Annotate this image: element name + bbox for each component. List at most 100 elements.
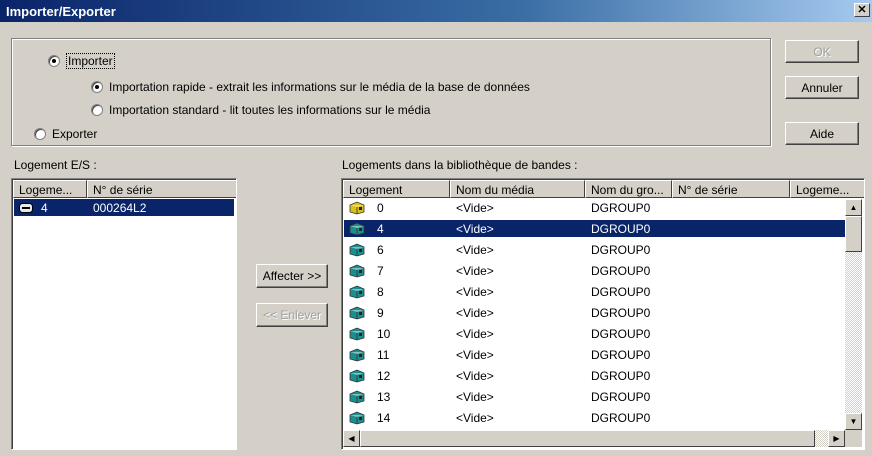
io-col-slot[interactable]: Logeme...	[13, 180, 87, 198]
library-group-name: DGROUP0	[591, 347, 651, 362]
library-slot-row[interactable]: 6 <Vide> DGROUP0	[344, 241, 845, 258]
library-slot-number: 8	[377, 284, 384, 299]
library-media-name: <Vide>	[456, 284, 494, 299]
lib-col-group[interactable]: Nom du gro...	[585, 180, 672, 198]
tape-teal-icon	[349, 390, 365, 403]
library-group-name: DGROUP0	[591, 305, 651, 320]
export-radio-indicator[interactable]	[34, 128, 46, 140]
import-radio-indicator[interactable]	[48, 55, 60, 67]
lib-col-serial[interactable]: N° de série	[672, 180, 790, 198]
library-slot-row[interactable]: 4 <Vide> DGROUP0	[344, 220, 845, 237]
standard-import-radio-label: Importation standard - lit toutes les in…	[109, 103, 431, 117]
tape-teal-icon	[349, 411, 365, 424]
standard-import-radio-indicator[interactable]	[91, 104, 103, 116]
quick-import-radio[interactable]: Importation rapide - extrait les informa…	[91, 80, 530, 94]
library-slot-row[interactable]: 9 <Vide> DGROUP0	[344, 304, 845, 321]
window-title: Importer/Exporter	[6, 4, 116, 19]
quick-import-radio-label: Importation rapide - extrait les informa…	[109, 80, 530, 94]
lib-col-slot2[interactable]: Logeme...	[790, 180, 864, 198]
standard-import-radio[interactable]: Importation standard - lit toutes les in…	[91, 103, 430, 117]
library-media-name: <Vide>	[456, 221, 494, 236]
tape-yellow-icon	[349, 201, 365, 214]
close-icon: ✕	[857, 4, 867, 16]
library-group-name: DGROUP0	[591, 389, 651, 404]
hscroll-thumb[interactable]	[360, 430, 815, 447]
tape-teal-icon	[349, 369, 365, 382]
io-col-serial[interactable]: N° de série	[87, 180, 236, 198]
library-slot-number: 12	[377, 368, 391, 383]
export-radio-label: Exporter	[52, 127, 98, 141]
library-group-name: DGROUP0	[591, 242, 651, 257]
library-media-name: <Vide>	[456, 263, 494, 278]
library-slot-number: 13	[377, 389, 391, 404]
library-slot-row[interactable]: 11 <Vide> DGROUP0	[344, 346, 845, 363]
library-group-name: DGROUP0	[591, 368, 651, 383]
library-media-name: <Vide>	[456, 326, 494, 341]
library-group-name: DGROUP0	[591, 263, 651, 278]
library-media-name: <Vide>	[456, 368, 494, 383]
cancel-button[interactable]: Annuler	[785, 76, 859, 99]
library-slot-row[interactable]: 13 <Vide> DGROUP0	[344, 388, 845, 405]
scroll-down-button[interactable]: ▼	[845, 413, 862, 430]
import-radio-label: Importer	[66, 53, 115, 69]
library-slot-row[interactable]: 10 <Vide> DGROUP0	[344, 325, 845, 342]
close-button[interactable]: ✕	[854, 3, 870, 17]
tape-teal-icon	[349, 222, 365, 235]
scroll-corner	[845, 430, 862, 447]
library-slot-row[interactable]: 8 <Vide> DGROUP0	[344, 283, 845, 300]
library-slot-number: 4	[377, 221, 384, 236]
library-slot-number: 14	[377, 410, 391, 425]
io-slots-header: Logeme... N° de série	[13, 180, 236, 198]
import-radio[interactable]: Importer	[48, 53, 115, 69]
library-slot-number: 6	[377, 242, 384, 257]
library-slot-row[interactable]: 14 <Vide> DGROUP0	[344, 409, 845, 426]
tape-teal-icon	[349, 285, 365, 298]
library-media-name: <Vide>	[456, 389, 494, 404]
tape-teal-icon	[349, 327, 365, 340]
lib-col-slot[interactable]: Logement	[343, 180, 450, 198]
tape-teal-icon	[349, 348, 365, 361]
library-slot-row[interactable]: 0 <Vide> DGROUP0	[344, 199, 845, 216]
library-group-name: DGROUP0	[591, 326, 651, 341]
tape-teal-icon	[349, 264, 365, 277]
remove-button[interactable]: << Enlever	[256, 303, 328, 327]
library-media-name: <Vide>	[456, 242, 494, 257]
io-slot-number: 4	[41, 200, 48, 215]
tape-teal-icon	[349, 306, 365, 319]
help-button[interactable]: Aide	[785, 122, 859, 145]
library-slot-row[interactable]: 7 <Vide> DGROUP0	[344, 262, 845, 279]
quick-import-radio-indicator[interactable]	[91, 81, 103, 93]
library-slots-header: Logement Nom du média Nom du gro... N° d…	[343, 180, 864, 198]
scroll-thumb[interactable]	[845, 216, 862, 252]
scroll-left-button[interactable]: ◀	[343, 430, 360, 447]
library-slot-number: 11	[377, 347, 390, 362]
io-slot-row[interactable]: 4 000264L2	[14, 199, 234, 216]
assign-button[interactable]: Affecter >>	[256, 264, 328, 288]
library-group-name: DGROUP0	[591, 410, 651, 425]
library-group-name: DGROUP0	[591, 200, 651, 215]
library-media-name: <Vide>	[456, 305, 494, 320]
export-radio[interactable]: Exporter	[34, 127, 97, 141]
library-media-name: <Vide>	[456, 347, 494, 362]
library-slot-number: 0	[377, 200, 384, 215]
library-horizontal-scrollbar[interactable]: ◀ ▶	[343, 430, 845, 447]
scroll-up-button[interactable]: ▲	[845, 199, 862, 216]
library-vertical-scrollbar[interactable]: ▲ ▼	[845, 199, 862, 430]
library-slot-number: 7	[377, 263, 384, 278]
library-slot-number: 9	[377, 305, 384, 320]
scroll-right-button[interactable]: ▶	[828, 430, 845, 447]
lib-col-media[interactable]: Nom du média	[450, 180, 585, 198]
library-group-name: DGROUP0	[591, 284, 651, 299]
tape-teal-icon	[349, 243, 365, 256]
ok-button[interactable]: OK	[785, 40, 859, 63]
io-slots-list[interactable]: Logeme... N° de série 4 000264L2	[11, 178, 237, 450]
io-slot-serial: 000264L2	[93, 200, 147, 215]
library-slots-label: Logements dans la bibliothèque de bandes…	[342, 158, 578, 172]
library-media-name: <Vide>	[456, 200, 494, 215]
io-slots-label: Logement E/S :	[14, 158, 97, 172]
library-media-name: <Vide>	[456, 410, 494, 425]
library-slots-list[interactable]: Logement Nom du média Nom du gro... N° d…	[341, 178, 865, 450]
library-slot-row[interactable]: 12 <Vide> DGROUP0	[344, 367, 845, 384]
io-slot-drive-icon	[19, 202, 33, 213]
title-bar: Importer/Exporter ✕	[0, 0, 872, 22]
